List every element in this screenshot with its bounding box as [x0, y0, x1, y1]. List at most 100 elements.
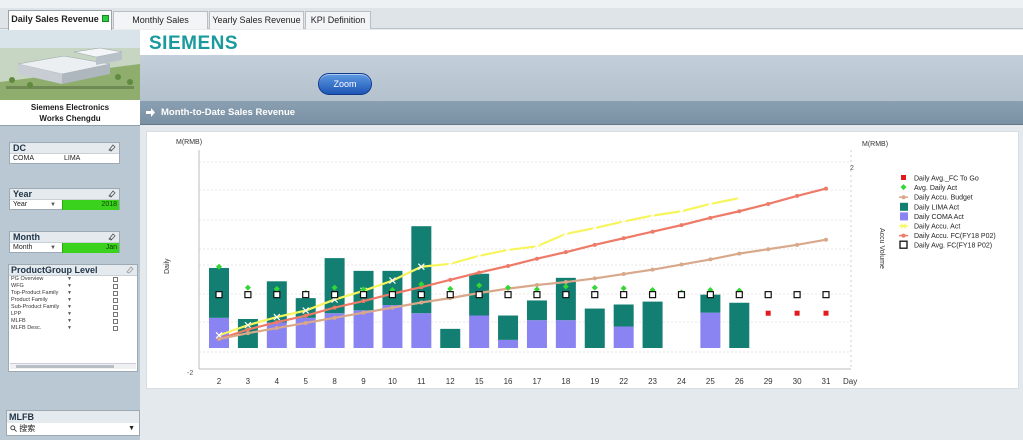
point-2-3 [303, 320, 308, 325]
x-tick-label: 26 [735, 377, 744, 386]
checkbox[interactable] [113, 312, 118, 317]
zoom-button[interactable]: Zoom [318, 73, 372, 95]
x-tick-label: 31 [822, 377, 831, 386]
marker-daily-avg-fc [388, 291, 397, 299]
month-row[interactable]: Month ▼ Jan [10, 243, 119, 253]
chevron-down-icon[interactable]: ▼ [50, 200, 56, 210]
x-axis-title: Day [843, 377, 857, 386]
x-tick-label: 5 [303, 377, 308, 386]
list-item[interactable]: LPP ▼ [9, 311, 137, 318]
mlfb-box[interactable]: MLFB 搜索 ▼ [6, 410, 140, 436]
year-row[interactable]: Year ▼ 2018 [10, 200, 119, 210]
checkbox[interactable] [113, 319, 118, 324]
product-group-header: ProductGroup Level [9, 265, 137, 276]
month-listbox[interactable]: Month Month ▼ Jan [9, 231, 120, 253]
month-selected-value[interactable]: Jan [62, 243, 119, 253]
section-title: Month-to-Date Sales Revenue [161, 107, 296, 118]
legend-item: Daily Avg. FC(FY18 P02) [899, 240, 992, 250]
plant-caption-line1: Siemens Electronics [30, 103, 110, 112]
list-item[interactable]: WFG ▼ [9, 283, 137, 290]
bar-coma-day-15 [469, 315, 490, 348]
point-1-13 [592, 242, 597, 247]
list-item[interactable]: MLFB Desc. ▼ [9, 325, 137, 332]
mlfb-search-input[interactable]: 搜索 [19, 424, 35, 433]
chevron-down-icon[interactable]: ▼ [67, 297, 72, 304]
legend-swatch [900, 184, 907, 191]
tab-kpi-definition[interactable]: KPI Definition [305, 11, 371, 29]
product-group-level-box[interactable]: ProductGroup Level PG Overview ▼ WFG ▼ Top… [8, 264, 138, 372]
list-item[interactable]: PG Overview ▼ [9, 276, 137, 283]
list-item[interactable]: COMA LIMA [10, 154, 119, 164]
pg-row-label: MLFB Desc. [11, 325, 42, 331]
chevron-down-icon[interactable]: ▼ [50, 243, 56, 253]
point-1-17 [708, 215, 713, 220]
chevron-down-icon[interactable]: ▼ [67, 283, 72, 290]
dc-value-lima[interactable]: LIMA [64, 154, 80, 164]
dc-value-coma[interactable]: COMA [13, 155, 34, 162]
x-axis-tick-labels: 2 3 4 5 8 9 10 11 12 15 16 17 18 19 22 23 24 25 26 29 30 31 [217, 377, 831, 386]
chevron-down-icon[interactable]: ▼ [67, 276, 72, 283]
chevron-down-icon[interactable]: ▼ [67, 290, 72, 297]
list-item[interactable]: MLFB ▼ [9, 318, 137, 325]
eraser-icon[interactable] [108, 144, 116, 152]
horizontal-scrollbar[interactable] [10, 363, 136, 369]
bar-lima-day-26 [729, 302, 750, 348]
year-listbox-title: Year [13, 189, 33, 199]
point-1-5 [361, 299, 366, 304]
point-2-17 [708, 257, 713, 262]
chevron-down-icon[interactable]: ▼ [67, 304, 72, 311]
point-2-19 [766, 247, 771, 252]
list-item[interactable]: Sub-Product Family ▼ [9, 304, 137, 311]
marker-daily-avg-fc [591, 291, 599, 299]
left-axis-title: Daily [164, 258, 171, 274]
checkbox[interactable] [113, 277, 118, 282]
pg-row-label: Top-Product Family [11, 290, 59, 296]
marker-daily-avg-fc [273, 291, 281, 299]
point-2-21 [824, 237, 828, 242]
x-tick-label: 19 [590, 377, 599, 386]
x-tick-label: 15 [475, 377, 484, 386]
point-1-15 [650, 229, 655, 234]
pg-row-label: WFG [11, 283, 24, 289]
eraser-icon[interactable] [108, 190, 116, 198]
tab-monthly-sales-revenue[interactable]: Monthly Sales Revenue [113, 11, 208, 41]
legend-swatch [901, 175, 906, 180]
marker-daily-avg-fc [793, 291, 801, 299]
legend-label: Daily Accu. FC(FY18 P02) [914, 233, 996, 240]
marker-daily-avg-fc [504, 291, 512, 299]
siemens-logo: SIEMENS [149, 33, 239, 54]
point-1-18 [737, 209, 742, 214]
checkbox[interactable] [113, 305, 118, 310]
tab-yearly-sales-revenue[interactable]: Yearly Sales Revenue [209, 11, 304, 29]
point-1-12 [563, 250, 568, 255]
pg-row-label: Product Family [11, 297, 48, 303]
year-listbox[interactable]: Year Year ▼ 2018 [9, 188, 120, 210]
legend-item: Daily COMA Act [900, 212, 964, 221]
checkbox[interactable] [113, 284, 118, 289]
point-1-8 [448, 277, 453, 282]
dc-listbox[interactable]: DC COMA LIMA [9, 142, 120, 164]
chevron-down-icon[interactable]: ▼ [67, 325, 72, 332]
scrollbar-thumb[interactable] [16, 365, 114, 368]
chevron-down-icon[interactable]: ▼ [128, 423, 135, 435]
mlfb-search-row[interactable]: 搜索 ▼ [7, 423, 139, 435]
list-item[interactable]: Top-Product Family ▼ [9, 290, 137, 297]
tab-daily-sales-revenue[interactable]: Daily Sales Revenue [8, 10, 112, 30]
x-tick-label: 30 [793, 377, 802, 386]
legend-item: Daily LIMA Act [900, 202, 959, 211]
checkbox[interactable] [113, 326, 118, 331]
list-item[interactable]: Product Family ▼ [9, 297, 137, 304]
year-selected-value[interactable]: 2018 [62, 200, 119, 210]
point-1-10 [506, 264, 511, 268]
marker-daily-avg-fc [764, 291, 772, 299]
chevron-down-icon[interactable]: ▼ [67, 318, 72, 325]
section-header: Month-to-Date Sales Revenue [140, 101, 1023, 125]
checkbox[interactable] [113, 291, 118, 296]
chevron-down-icon[interactable]: ▼ [67, 311, 72, 318]
eraser-icon[interactable] [126, 266, 134, 274]
point-1-20 [795, 193, 800, 198]
eraser-icon[interactable] [108, 233, 116, 241]
marker-fc-to-go [794, 310, 800, 316]
point-1-2 [274, 320, 279, 325]
checkbox[interactable] [113, 298, 118, 303]
